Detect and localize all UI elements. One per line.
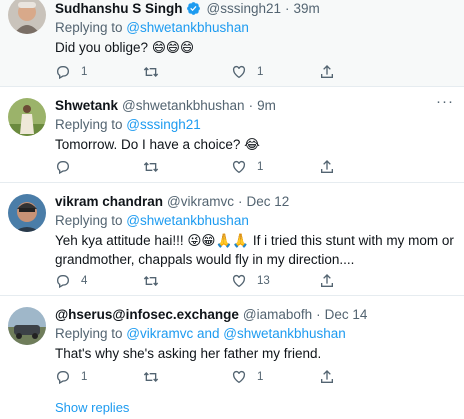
like-button[interactable]: 1 [231, 62, 319, 82]
retweet-button[interactable] [143, 367, 231, 387]
reply-count: 1 [81, 371, 88, 383]
like-icon [232, 274, 246, 288]
avatar[interactable] [8, 194, 46, 232]
reply-button[interactable]: 4 [55, 271, 143, 291]
timestamp[interactable]: 39m [294, 1, 320, 16]
separator-dot: · [316, 306, 321, 322]
reply-count: 4 [81, 275, 88, 287]
share-button[interactable] [319, 271, 407, 291]
reply-button[interactable] [55, 157, 143, 177]
replying-to: Replying to @sssingh21 [55, 116, 454, 134]
like-count: 13 [257, 275, 270, 287]
share-icon [321, 370, 333, 383]
share-icon [321, 65, 333, 78]
separator-dot: · [238, 193, 243, 209]
mention-link[interactable]: @sssingh21 [126, 117, 201, 132]
tweet-text: Tomorrow. Do I have a choice? 😂 [55, 137, 260, 152]
timestamp[interactable]: 9m [257, 98, 276, 113]
like-count: 1 [257, 371, 264, 383]
share-button[interactable] [319, 367, 407, 387]
like-icon [232, 370, 246, 384]
more-icon[interactable]: ··· [436, 94, 454, 109]
like-button[interactable]: 1 [231, 157, 319, 177]
reply-button[interactable]: 1 [55, 62, 143, 82]
mention-link[interactable]: @vikramvc [126, 326, 193, 341]
retweet-icon [143, 372, 159, 382]
replying-prefix: Replying to [55, 117, 127, 132]
share-button[interactable] [319, 157, 407, 177]
verified-badge-icon [186, 1, 200, 15]
avatar[interactable] [8, 98, 46, 136]
action-bar: 1 1 [55, 62, 415, 82]
action-bar: 4 13 [55, 271, 415, 291]
like-button[interactable]: 1 [231, 367, 319, 387]
tweet[interactable]: Shwetank @shwetankbhushan · 9m ··· Reply… [0, 87, 464, 183]
replying-prefix: Replying to [55, 326, 127, 341]
tweet[interactable]: vikram chandran @vikramvc · Dec 12 Reply… [0, 183, 464, 296]
replying-to: Replying to @shwetankbhushan [55, 19, 454, 37]
reply-icon [56, 161, 70, 175]
tweet[interactable]: Sudhanshu S Singh @sssingh21 · 39m Reply… [0, 0, 464, 87]
avatar[interactable] [8, 0, 46, 34]
reply-count: 1 [81, 66, 88, 78]
replying-prefix: Replying to [55, 213, 127, 228]
avatar[interactable] [8, 307, 46, 345]
reply-button[interactable]: 1 [55, 367, 143, 387]
reply-icon [56, 275, 70, 289]
share-icon [321, 274, 333, 287]
like-icon [232, 160, 246, 174]
retweet-button[interactable] [143, 157, 231, 177]
action-bar: 1 1 [55, 367, 415, 387]
mention-link[interactable]: @shwetankbhushan [126, 20, 249, 35]
separator-dot: · [248, 97, 254, 113]
tweet[interactable]: @hserus@infosec.exchange @iamabofh · Dec… [0, 296, 464, 392]
like-button[interactable]: 13 [231, 271, 319, 291]
retweet-icon [143, 162, 159, 172]
author-name[interactable]: @hserus@infosec.exchange [55, 307, 239, 322]
replying-to: Replying to @vikramvc and @shwetankbhush… [55, 325, 454, 343]
share-button[interactable] [319, 62, 407, 82]
action-bar: 1 [55, 157, 415, 177]
retweet-button[interactable] [143, 271, 231, 291]
like-count: 1 [257, 161, 264, 173]
retweet-button[interactable] [143, 62, 231, 82]
mention-joiner: and [193, 326, 224, 341]
like-count: 1 [257, 66, 264, 78]
author-name[interactable]: Shwetank [55, 98, 118, 113]
author-name[interactable]: vikram chandran [55, 194, 163, 209]
share-icon [321, 160, 333, 173]
author-handle[interactable]: @iamabofh [243, 307, 312, 322]
timestamp[interactable]: Dec 12 [247, 194, 290, 209]
retweet-icon [143, 67, 159, 77]
author-handle[interactable]: @sssingh21 [207, 1, 282, 16]
tweet-text: Yeh kya attitude hai!!! 😜😁🙏🙏 If i tried … [55, 233, 454, 267]
retweet-icon [143, 276, 159, 286]
mention-link[interactable]: @shwetankbhushan [223, 326, 346, 341]
show-replies-link[interactable]: Show replies [55, 400, 129, 415]
tweet-text: Did you oblige? 😄😄😄 [55, 40, 195, 55]
author-name[interactable]: Sudhanshu S Singh [55, 1, 183, 16]
author-handle[interactable]: @vikramvc [167, 194, 234, 209]
timestamp[interactable]: Dec 14 [325, 307, 368, 322]
reply-icon [56, 66, 70, 80]
mention-link[interactable]: @shwetankbhushan [126, 213, 249, 228]
replying-to: Replying to @shwetankbhushan [55, 212, 454, 230]
like-icon [232, 65, 246, 79]
replying-prefix: Replying to [55, 20, 127, 35]
tweet-text: That's why she's asking her father my fr… [55, 346, 322, 361]
separator-dot: · [285, 0, 290, 16]
reply-icon [56, 371, 70, 385]
author-handle[interactable]: @shwetankbhushan [122, 98, 245, 113]
